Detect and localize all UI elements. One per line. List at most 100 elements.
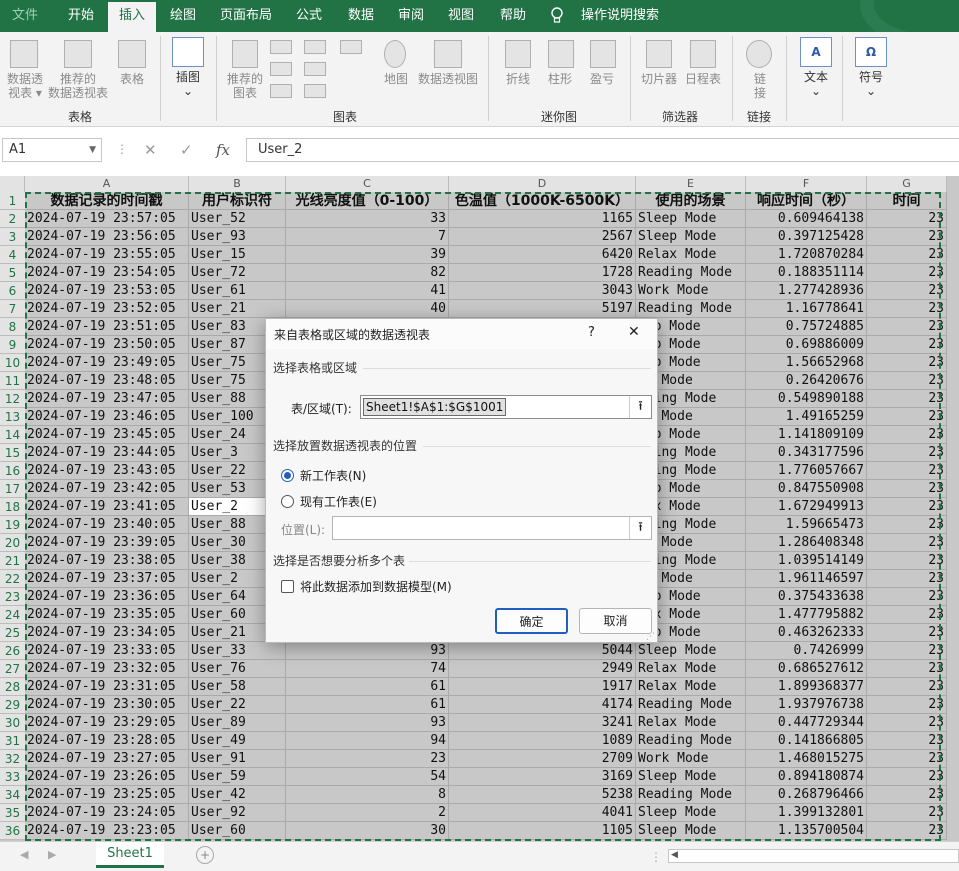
cell[interactable]: User_49 [189,732,286,750]
row-header[interactable]: 27 [0,660,25,678]
cell[interactable]: 0.609464138 [746,210,867,228]
cell[interactable]: 39 [286,246,449,264]
row-header[interactable]: 21 [0,552,25,570]
cell[interactable]: 23 [867,588,947,606]
cell[interactable]: Reading Mode [636,786,746,804]
cell[interactable]: 82 [286,264,449,282]
tab-insert[interactable]: 插入 [108,2,156,32]
cell[interactable]: 2024-07-19 23:46:05 [25,408,189,426]
cell[interactable]: 1.039514149 [746,552,867,570]
cell[interactable]: 1105 [449,822,636,840]
cell[interactable]: 23 [867,750,947,768]
pivottable-button[interactable]: 数据透 视表 ▾ [2,72,48,100]
column-chart-icon[interactable] [270,40,292,54]
cancel-icon[interactable]: ✕ [144,141,157,159]
timeline-button[interactable]: 日程表 [682,72,724,86]
cell[interactable]: 2 [286,804,449,822]
cell[interactable]: 1.277428936 [746,282,867,300]
row-header[interactable]: 11 [0,372,25,390]
name-box[interactable]: A1 ▼ [2,138,102,162]
enter-icon[interactable]: ✓ [180,141,193,159]
row-header[interactable]: 10 [0,354,25,372]
hierarchy-chart-icon[interactable] [270,62,292,76]
cell[interactable]: 2024-07-19 23:39:05 [25,534,189,552]
cell[interactable]: 0.397125428 [746,228,867,246]
scroll-left-icon[interactable]: ◀ [20,848,28,861]
cell[interactable]: 1.899368377 [746,678,867,696]
line-chart-icon[interactable] [304,40,326,54]
cell[interactable]: 1.720870284 [746,246,867,264]
cell[interactable]: 0.463262333 [746,624,867,642]
row-header[interactable]: 26 [0,642,25,660]
row-header[interactable]: 35 [0,804,25,822]
cell[interactable]: 23 [867,732,947,750]
cell[interactable]: 3043 [449,282,636,300]
cell[interactable]: 23 [867,354,947,372]
cell[interactable]: 2024-07-19 23:44:05 [25,444,189,462]
cell[interactable]: 2024-07-19 23:45:05 [25,426,189,444]
row-header[interactable]: 15 [0,444,25,462]
cell[interactable]: 2024-07-19 23:28:05 [25,732,189,750]
row-header[interactable]: 34 [0,786,25,804]
slicer-button[interactable]: 切片器 [638,72,680,86]
cell[interactable]: 23 [867,426,947,444]
cell[interactable]: User_21 [189,300,286,318]
cell[interactable]: 5044 [449,642,636,660]
cell[interactable]: 2024-07-19 23:26:05 [25,768,189,786]
cell[interactable]: User_52 [189,210,286,228]
help-button[interactable]: ? [588,325,595,340]
cell[interactable]: 23 [867,444,947,462]
cell[interactable]: 0.26420676 [746,372,867,390]
cell[interactable]: 0.447729344 [746,714,867,732]
cell[interactable]: 4041 [449,804,636,822]
cancel-button[interactable]: 取消 [579,608,652,634]
sparkline-column-button[interactable]: 柱形 [542,72,578,86]
ok-button[interactable]: 确定 [495,608,568,634]
cell[interactable]: 23 [867,462,947,480]
cell[interactable]: 0.268796466 [746,786,867,804]
range-input[interactable]: Sheet1!$A$1:$G$1001 ⭱ [360,395,652,419]
row-header[interactable]: 31 [0,732,25,750]
cell[interactable]: 0.188351114 [746,264,867,282]
sparkline-line-button[interactable]: 折线 [500,72,536,86]
row-header[interactable]: 4 [0,246,25,264]
cell[interactable]: 3169 [449,768,636,786]
cell[interactable]: 2024-07-19 23:23:05 [25,822,189,840]
tab-draw[interactable]: 绘图 [160,0,206,32]
cell[interactable]: 7 [286,228,449,246]
cell[interactable]: 23 [867,768,947,786]
cell[interactable]: User_58 [189,678,286,696]
cell[interactable]: 2024-07-19 23:32:05 [25,660,189,678]
cell[interactable]: 1.56652968 [746,354,867,372]
cell[interactable]: 色温值（1000K-6500K） [449,192,636,210]
cell[interactable]: 33 [286,210,449,228]
tab-view[interactable]: 视图 [438,0,484,32]
cell[interactable]: 2024-07-19 23:40:05 [25,516,189,534]
cell[interactable]: 23 [867,264,947,282]
cell[interactable]: 23 [867,228,947,246]
link-button[interactable]: 链接 [746,72,774,100]
pie-chart-icon[interactable] [270,84,292,98]
cell[interactable]: User_42 [189,786,286,804]
cell[interactable]: 2024-07-19 23:24:05 [25,804,189,822]
cell[interactable]: 41 [286,282,449,300]
cell[interactable]: 1.49165259 [746,408,867,426]
cell[interactable]: User_89 [189,714,286,732]
cell[interactable]: 23 [867,336,947,354]
cell[interactable]: 2024-07-19 23:43:05 [25,462,189,480]
cell[interactable]: Reading Mode [636,264,746,282]
cell[interactable]: 2024-07-19 23:48:05 [25,372,189,390]
cell[interactable]: 23 [867,390,947,408]
row-header[interactable]: 28 [0,678,25,696]
cell[interactable]: User_93 [189,228,286,246]
cell[interactable]: 5238 [449,786,636,804]
column-header-f[interactable]: F [746,176,867,192]
column-header-d[interactable]: D [449,176,636,192]
row-header[interactable]: 25 [0,624,25,642]
cell[interactable]: User_15 [189,246,286,264]
map-button[interactable]: 地图 [376,72,416,86]
cell[interactable]: 54 [286,768,449,786]
recommended-chart-button[interactable]: 推荐的 图表 [222,72,268,100]
cell[interactable]: 23 [867,498,947,516]
tab-split-icon[interactable]: ⋮ [650,850,662,864]
